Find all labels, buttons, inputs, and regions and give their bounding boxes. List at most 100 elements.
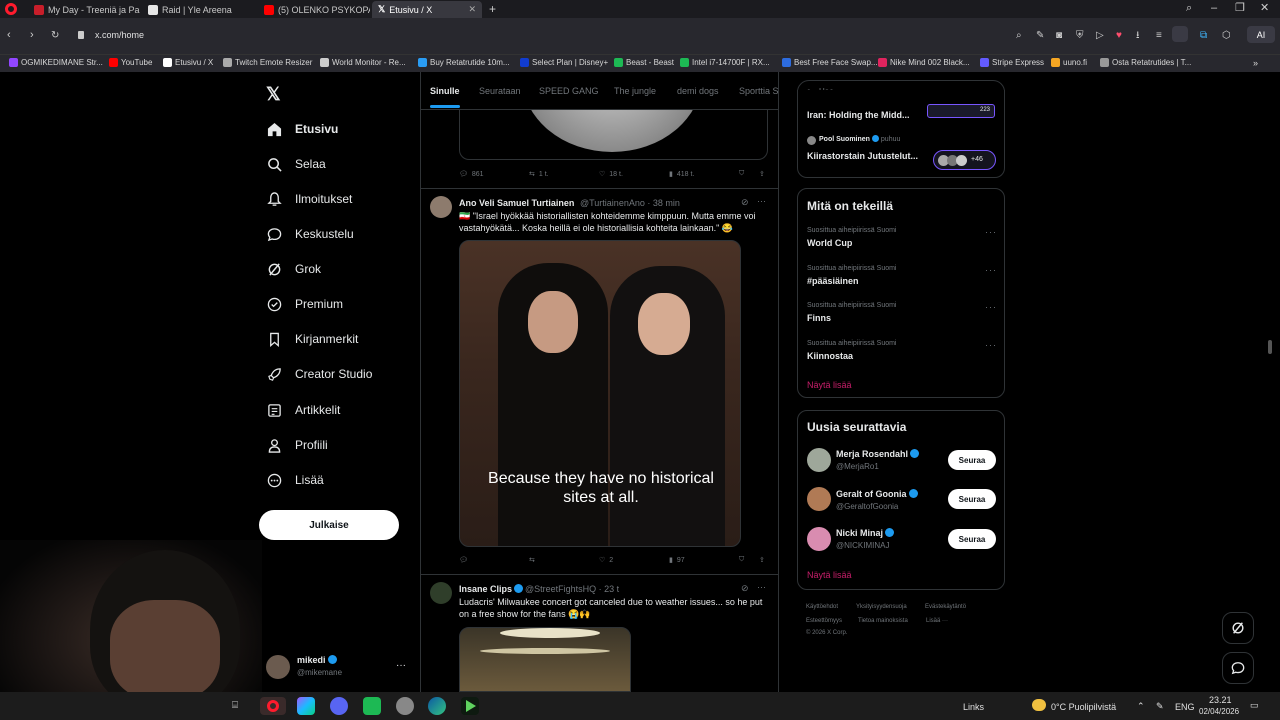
bookmark-button[interactable]: ⛉ [739,556,744,564]
tab-following[interactable]: Seurataan [479,86,521,96]
tab-list[interactable]: demi dogs [677,86,719,96]
nav-more[interactable]: Lisää [266,472,324,488]
x-logo-icon[interactable]: 𝕏 [266,84,281,105]
app-taskbar-icon[interactable] [363,697,381,715]
follow-button[interactable]: Seuraa [948,529,996,549]
footer-link[interactable]: Käyttöehdot [806,604,838,610]
avatar[interactable] [807,527,831,551]
tweet-author-name[interactable]: Ano Veli Samuel Turtiainen [459,198,574,208]
cube-icon[interactable]: ⬡ [1222,30,1231,41]
bookmark-item[interactable]: OGMIKEDIMANE Str... [9,58,103,67]
follow-suggestion-name[interactable]: Geralt of Goonia [836,489,918,499]
trend-name[interactable]: #pääsiäinen [807,276,859,286]
nav-premium[interactable]: Premium [266,296,343,312]
shield-taskbar-icon[interactable] [396,697,414,715]
forward-icon[interactable]: › [30,30,34,41]
like-button[interactable]: ♡ 18 t. [599,170,623,179]
search-tabs-icon[interactable]: ⌕ [1186,3,1192,14]
share-button[interactable]: ⇪ [759,556,765,564]
footer-link[interactable]: Yksityisyydensuoja [856,604,907,610]
footer-link[interactable]: Tietoa mainoksista [858,618,908,624]
page-scrollbar[interactable] [1268,340,1272,354]
nav-notifications[interactable]: Ilmoitukset [266,191,352,207]
tweet-author-name[interactable]: Insane Clips [459,584,524,594]
bookmark-item[interactable]: Intel i7-14700F | RX... [680,58,770,67]
trend-name[interactable]: Kiinnostaa [807,351,853,361]
trends-show-more-link[interactable]: Näytä lisää [807,380,852,390]
nav-home[interactable]: Etusivu [266,121,338,137]
bookmark-item[interactable]: Nike Mind 002 Black... [878,58,970,67]
nav-messages[interactable]: Keskustelu [266,226,354,242]
url-field[interactable]: x.com/home [95,30,144,40]
bookmark-item[interactable]: Buy Retatrutide 10m... [418,58,510,67]
trend-more-icon[interactable]: ··· [985,302,997,312]
tray-chevron-icon[interactable]: ⌃ [1137,701,1145,712]
bookmark-item[interactable]: YouTube [109,58,152,67]
follow-button[interactable]: Seuraa [948,450,996,470]
search-icon[interactable]: ⌕ [1016,30,1022,41]
browser-tab[interactable]: Raid | Yle Areena [142,1,254,18]
browser-tab-active[interactable]: 𝕏 Etusivu / X ✕ [372,1,482,18]
follow-suggestion-name[interactable]: Nicki Minaj [836,528,895,538]
clock-date[interactable]: 02/04/2026 [1199,707,1239,716]
trend-name[interactable]: World Cup [807,238,852,248]
close-tab-icon[interactable]: ✕ [468,4,476,15]
tweet-avatar[interactable] [430,582,452,604]
follow-button[interactable]: Seuraa [948,489,996,509]
heart-icon[interactable]: ♥ [1116,30,1122,41]
tweet-video[interactable]: Because they have no historical sites at… [459,240,741,547]
taskbar-search-icon[interactable]: ⌸ [232,700,238,711]
bookmark-item[interactable]: Twitch Emote Resizer [223,58,312,67]
tab-list[interactable]: Sporttia S [739,86,778,96]
download-icon[interactable]: ⭳ [1136,30,1140,41]
bookmark-item[interactable]: Etusivu / X [163,58,213,67]
space-title[interactable]: Kiirastorstain Jutustelut... [807,151,918,161]
grok-icon[interactable]: ⊘ [741,197,749,208]
views-button[interactable]: ▮ 418 t. [669,170,694,179]
bookmark-item[interactable]: Beast - Beast [614,58,674,67]
retweet-button[interactable]: ⇆ 1 t. [529,170,549,179]
tab-list[interactable]: SPEED GANG [539,86,599,96]
nav-articles[interactable]: Artikkelit [266,402,340,418]
like-button[interactable]: ♡ 2 [599,556,613,565]
space-host[interactable]: Pool Suominen puhuu [819,135,900,143]
camera-icon[interactable]: ◙ [1056,30,1062,41]
tweet-author-handle[interactable]: @TurtiainenAno · 38 min [580,198,680,208]
footer-link[interactable]: Evästekäytäntö [925,604,966,610]
new-tab-icon[interactable]: + [489,2,496,16]
bookmark-item[interactable]: Select Plan | Disney+ [520,58,608,67]
bookmarks-overflow-icon[interactable]: » [1253,58,1258,68]
bookmark-item[interactable]: Osta Retatrutides | T... [1100,58,1191,67]
space-listeners[interactable]: +46 [933,150,996,170]
trend-more-icon[interactable]: ··· [985,265,997,275]
notifications-icon[interactable]: ▭ [1250,700,1259,711]
bookmark-item[interactable]: uuno.fi [1051,58,1087,67]
profile-icon[interactable] [1172,26,1188,42]
retweet-button[interactable]: ⇆ [529,556,535,564]
tweet-author-handle[interactable]: @StreetFightsHQ · 23 t [525,584,619,594]
messages-floating-button[interactable] [1222,652,1254,684]
bookmark-item[interactable]: Stripe Express [980,58,1044,67]
discord-taskbar-icon[interactable] [330,697,348,715]
weather-text[interactable]: 0°C Puolipilvistä [1051,702,1116,712]
post-button[interactable]: Julkaise [259,510,399,540]
opera-taskbar-icon[interactable] [260,697,286,715]
avatar[interactable] [807,487,831,511]
follow-suggestion-name[interactable]: Merja Rosendahl [836,449,920,459]
nav-creator-studio[interactable]: Creator Studio [266,366,372,382]
tweet-video[interactable] [459,627,631,692]
clock-time[interactable]: 23.21 [1209,695,1232,705]
pen-icon[interactable]: ✎ [1156,701,1164,712]
back-icon[interactable]: ‹ [7,30,11,41]
edit-icon[interactable]: ✎ [1036,30,1044,41]
nav-profile[interactable]: Profiili [266,437,328,453]
figma-taskbar-icon[interactable] [297,697,315,715]
bookmark-item[interactable]: Best Free Face Swap... [782,58,878,67]
menu-icon[interactable]: ≡ [1156,30,1162,41]
grok-floating-button[interactable] [1222,612,1254,644]
tab-for-you[interactable]: Sinulle [430,86,460,96]
browser-tab[interactable]: (5) OLENKO PSYKOPAATTI [258,1,370,18]
tweet-avatar[interactable] [430,196,452,218]
footer-link[interactable]: Esteettömyys [806,618,842,624]
bookmark-item[interactable]: World Monitor - Re... [320,58,406,67]
